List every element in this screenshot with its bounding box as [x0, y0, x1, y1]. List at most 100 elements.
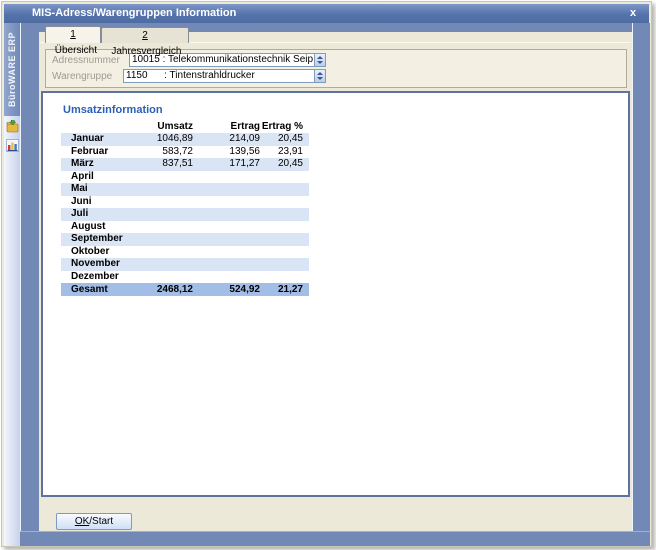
window-title: MIS-Adress/Warengruppen Information: [32, 7, 236, 19]
screen: MIS-Adress/Warengruppen Information x Bü…: [0, 0, 656, 550]
ertrag-pct-cell: [260, 233, 309, 246]
ok-button-rest: /Start: [89, 516, 113, 527]
umsatz-cell: [131, 246, 193, 259]
tab-jahresvergleich-accel: 2: [142, 30, 148, 41]
ertrag-cell: 524,92: [193, 283, 260, 296]
app-window: MIS-Adress/Warengruppen Information x Bü…: [1, 1, 652, 547]
ertrag-cell: [193, 271, 260, 284]
total-row: Gesamt 2468,12 524,92 21,27: [61, 283, 309, 296]
ertrag-pct-cell: 21,27: [260, 283, 309, 296]
month-cell: Gesamt: [61, 283, 131, 296]
table-row: März 837,51 171,27 20,45: [61, 158, 309, 171]
umsatz-cell: [131, 258, 193, 271]
ertrag-pct-cell: [260, 196, 309, 209]
tab-uebersicht-label: Übersicht: [52, 45, 97, 56]
month-cell: Juni: [61, 196, 131, 209]
chart-icon[interactable]: [6, 139, 19, 152]
table-row: Oktober: [61, 246, 309, 259]
ertrag-pct-cell: 23,91: [260, 146, 309, 159]
ok-button-accel: OK: [75, 516, 89, 527]
ertrag-pct-cell: [260, 258, 309, 271]
frame-band-bottom: [20, 531, 650, 546]
ertrag-pct-cell: [260, 221, 309, 234]
ertrag-cell: [193, 171, 260, 184]
close-icon[interactable]: x: [626, 4, 640, 23]
month-cell: Mai: [61, 183, 131, 196]
table-row: April: [61, 171, 309, 184]
table-row: September: [61, 233, 309, 246]
table-row: Mai: [61, 183, 309, 196]
umsatz-cell: [131, 271, 193, 284]
table-body: Januar 1046,89 214,09 20,45 Februar 583,…: [61, 133, 309, 296]
ertrag-cell: [193, 221, 260, 234]
month-cell: Januar: [61, 133, 131, 146]
spinner-down-icon: [317, 61, 323, 64]
tab-uebersicht[interactable]: 1 Übersicht: [45, 26, 101, 43]
month-cell: Februar: [61, 146, 131, 159]
adressnummer-spinner[interactable]: [314, 54, 325, 66]
month-cell: Dezember: [61, 271, 131, 284]
ertrag-pct-cell: [260, 208, 309, 221]
month-cell: September: [61, 233, 131, 246]
umsatz-cell: [131, 183, 193, 196]
ertrag-pct-cell: [260, 171, 309, 184]
ertrag-cell: [193, 208, 260, 221]
brand-header: BüroWARE ERP: [4, 23, 20, 116]
ertrag-pct-cell: [260, 271, 309, 284]
umsatz-cell: [131, 208, 193, 221]
ertrag-pct-cell: [260, 246, 309, 259]
tab-uebersicht-accel: 1: [70, 29, 76, 40]
ertrag-header: Ertrag: [193, 120, 260, 133]
ertrag-cell: [193, 196, 260, 209]
umsatz-cell: [131, 233, 193, 246]
tab-jahresvergleich-label: Jahresvergleich: [109, 46, 182, 57]
ok-start-button[interactable]: OK/Start: [56, 513, 132, 530]
month-cell: August: [61, 221, 131, 234]
table-row: Februar 583,72 139,56 23,91: [61, 146, 309, 159]
table-title: Umsatzinformation: [63, 104, 163, 116]
frame-band-left: [20, 23, 39, 546]
warengruppe-label: Warengruppe: [52, 70, 112, 83]
table-row: Januar 1046,89 214,09 20,45: [61, 133, 309, 146]
month-header: [61, 120, 131, 133]
warengruppe-field[interactable]: 1150 : Tintenstrahldrucker: [123, 69, 326, 83]
title-bar[interactable]: MIS-Adress/Warengruppen Information x: [4, 4, 649, 23]
umsatz-cell: [131, 196, 193, 209]
spinner-up-icon: [317, 72, 323, 75]
content-panel: Umsatzinformation Umsatz Ertrag Ertrag %…: [41, 91, 630, 497]
month-cell: März: [61, 158, 131, 171]
ertrag-pct-cell: 20,45: [260, 158, 309, 171]
ertrag-cell: 139,56: [193, 146, 260, 159]
brand-text: BüroWARE ERP: [7, 32, 17, 107]
table-row: Juni: [61, 196, 309, 209]
umsatz-cell: 837,51: [131, 158, 193, 171]
umsatz-table: Umsatz Ertrag Ertrag % Januar 1046,89 21…: [61, 120, 309, 296]
spinner-up-icon: [317, 56, 323, 59]
spinner-down-icon: [317, 77, 323, 80]
table-row: Juli: [61, 208, 309, 221]
ertrag-cell: [193, 246, 260, 259]
warengruppe-spinner[interactable]: [314, 70, 325, 82]
folder-import-icon[interactable]: [6, 120, 19, 133]
month-cell: Oktober: [61, 246, 131, 259]
ertrag-cell: [193, 183, 260, 196]
ertrag-cell: 214,09: [193, 133, 260, 146]
umsatz-cell: 583,72: [131, 146, 193, 159]
umsatz-header: Umsatz: [131, 120, 193, 133]
warengruppe-value: 1150 : Tintenstrahldrucker: [124, 70, 314, 82]
table-row: Dezember: [61, 271, 309, 284]
umsatz-cell: [131, 171, 193, 184]
month-cell: Juli: [61, 208, 131, 221]
ertrag-cell: 171,27: [193, 158, 260, 171]
month-cell: April: [61, 171, 131, 184]
ertrag-pct-cell: 20,45: [260, 133, 309, 146]
umsatz-cell: 1046,89: [131, 133, 193, 146]
month-cell: November: [61, 258, 131, 271]
ertrag-cell: [193, 233, 260, 246]
tab-jahresvergleich[interactable]: 2 Jahresvergleich: [101, 27, 189, 43]
ertrag-pct-cell: [260, 183, 309, 196]
table-row: November: [61, 258, 309, 271]
umsatz-cell: [131, 221, 193, 234]
sidebar-strip: BüroWARE ERP: [4, 23, 20, 546]
ertrag-pct-header: Ertrag %: [260, 120, 309, 133]
